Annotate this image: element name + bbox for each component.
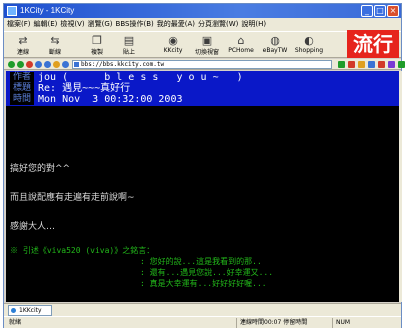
disconnect-button[interactable]: ⇆ 斷線: [40, 34, 70, 58]
shopping-icon: ◐: [304, 34, 314, 47]
article-line-1: 搞好您的對^^: [10, 164, 71, 174]
minimize-button[interactable]: _: [361, 5, 373, 17]
address-bar: bbs://bbs.kkcity.com.tw: [4, 59, 405, 70]
connect-icon: ⇄: [18, 34, 28, 47]
status-connection-time: 連線時間00:07 停留時間: [236, 318, 307, 328]
kkcity-icon: ◉: [168, 34, 178, 47]
time-label: 時間: [10, 94, 34, 105]
tab-icon: [11, 308, 16, 313]
quote-header: ※ 引述《viva520 (viva)》之銘言：: [10, 246, 155, 255]
tab-1kcity[interactable]: 1KKcity: [8, 305, 52, 316]
ebay-button[interactable]: ◍ eBayTW: [260, 34, 290, 58]
maximize-button[interactable]: □: [374, 5, 386, 17]
menu-view[interactable]: 檢視(V): [60, 18, 84, 31]
connect-button[interactable]: ⇄ 連線: [8, 34, 38, 58]
article-line-3: 感謝大人…: [10, 222, 56, 232]
menu-bar: 檔案(F) 編輯(E) 檢視(V) 瀏覽(G) BBS操作(B) 我的最愛(A)…: [4, 18, 401, 31]
paste-button[interactable]: ▤ 貼上: [114, 34, 144, 58]
author-value: jou ( b l e s s y o u ~ ): [38, 72, 243, 83]
tab-bar: 1KKcity: [4, 303, 401, 316]
refresh-icon[interactable]: [35, 61, 42, 68]
menu-bbs[interactable]: BBS操作(B): [116, 18, 154, 31]
title-bar[interactable]: 1KCity - 1KCity _ □ ×: [4, 4, 401, 18]
mail-icon[interactable]: [368, 61, 375, 68]
status-bar: 就緒 連線時間00:07 停留時間 NUM: [4, 316, 401, 328]
disconnect-icon: ⇆: [50, 34, 60, 47]
address-right-icons: [338, 61, 405, 68]
terminal-view[interactable]: 作者 jou ( b l e s s y o u ~ ) 標題 Re: 遇見~~…: [6, 71, 399, 302]
article-line-2: 而且說配應有走遍有走前說啊~: [10, 193, 135, 203]
app-window: 1KCity - 1KCity _ □ × 檔案(F) 編輯(E) 檢視(V) …: [3, 3, 405, 328]
stop-icon[interactable]: [26, 61, 33, 68]
title-row: 標題 Re: 遇見~~~真好行: [6, 83, 399, 94]
quote-line-1: : 您好的說...這是我看到的那..: [10, 257, 262, 266]
page-icon: [74, 62, 79, 67]
time-value: Mon Nov 3 00:32:00 2003: [38, 94, 183, 105]
window-controls: _ □ ×: [361, 5, 399, 17]
menu-file[interactable]: 檔案(F): [7, 18, 31, 31]
bookmark-icon[interactable]: [348, 61, 355, 68]
switch-window-button[interactable]: ▣ 切換視窗: [192, 34, 222, 58]
address-input[interactable]: bbs://bbs.kkcity.com.tw: [72, 60, 332, 69]
vertical-scrollbar[interactable]: [399, 71, 402, 302]
window-title: 1KCity - 1KCity: [20, 6, 75, 15]
favorites-icon[interactable]: [53, 61, 60, 68]
settings-icon[interactable]: [388, 61, 395, 68]
shopping-button[interactable]: ◐ Shopping: [294, 34, 324, 58]
ebay-icon: ◍: [270, 34, 280, 47]
title-value: Re: 遇見~~~真好行: [38, 83, 131, 94]
close-button[interactable]: ×: [387, 5, 399, 17]
back-icon[interactable]: [8, 61, 15, 68]
copy-button[interactable]: ❐ 複製: [82, 34, 112, 58]
paste-icon: ▤: [123, 34, 135, 47]
help-icon[interactable]: [398, 61, 405, 68]
address-quick-icons: [8, 61, 69, 68]
new-tab-icon[interactable]: [358, 61, 365, 68]
menu-favorites[interactable]: 我的最愛(A): [157, 18, 195, 31]
title-label: 標題: [10, 83, 34, 94]
status-num: NUM: [332, 318, 350, 328]
menu-help[interactable]: 說明(H): [241, 18, 266, 31]
kkcity-button[interactable]: ◉ KKcity: [158, 34, 188, 58]
pchome-icon: ⌂: [237, 34, 245, 47]
brand-logo: 流行: [347, 30, 399, 58]
history-icon[interactable]: [62, 61, 69, 68]
toolbar: ⇄ 連線 ⇆ 斷線 ❐ 複製 ▤ 貼上 ◉ KKcity ▣ 切換視窗 ⌂ PC…: [4, 31, 401, 58]
time-row: 時間 Mon Nov 3 00:32:00 2003: [6, 94, 399, 105]
menu-edit[interactable]: 編輯(E): [34, 18, 58, 31]
author-label: 作者: [10, 72, 34, 83]
article-header: 作者 jou ( b l e s s y o u ~ ) 標題 Re: 遇見~~…: [6, 71, 399, 106]
app-icon: [7, 6, 17, 16]
menu-tabs[interactable]: 分頁瀏覽(W): [198, 18, 238, 31]
copy-icon: ❐: [92, 34, 102, 47]
go-icon[interactable]: [338, 61, 345, 68]
print-icon[interactable]: [378, 61, 385, 68]
quote-line-2: : 還有...遇見您說...好幸運又...: [10, 268, 274, 277]
menu-go[interactable]: 瀏覽(G): [88, 18, 113, 31]
home-icon[interactable]: [44, 61, 51, 68]
author-row: 作者 jou ( b l e s s y o u ~ ): [6, 72, 399, 83]
quote-line-3: : 真是大幸運有...好好好好喔...: [10, 279, 267, 288]
status-ready: 就緒: [9, 319, 22, 326]
pchome-button[interactable]: ⌂ PCHome: [226, 34, 256, 58]
forward-icon[interactable]: [17, 61, 24, 68]
switch-window-icon: ▣: [201, 34, 213, 47]
